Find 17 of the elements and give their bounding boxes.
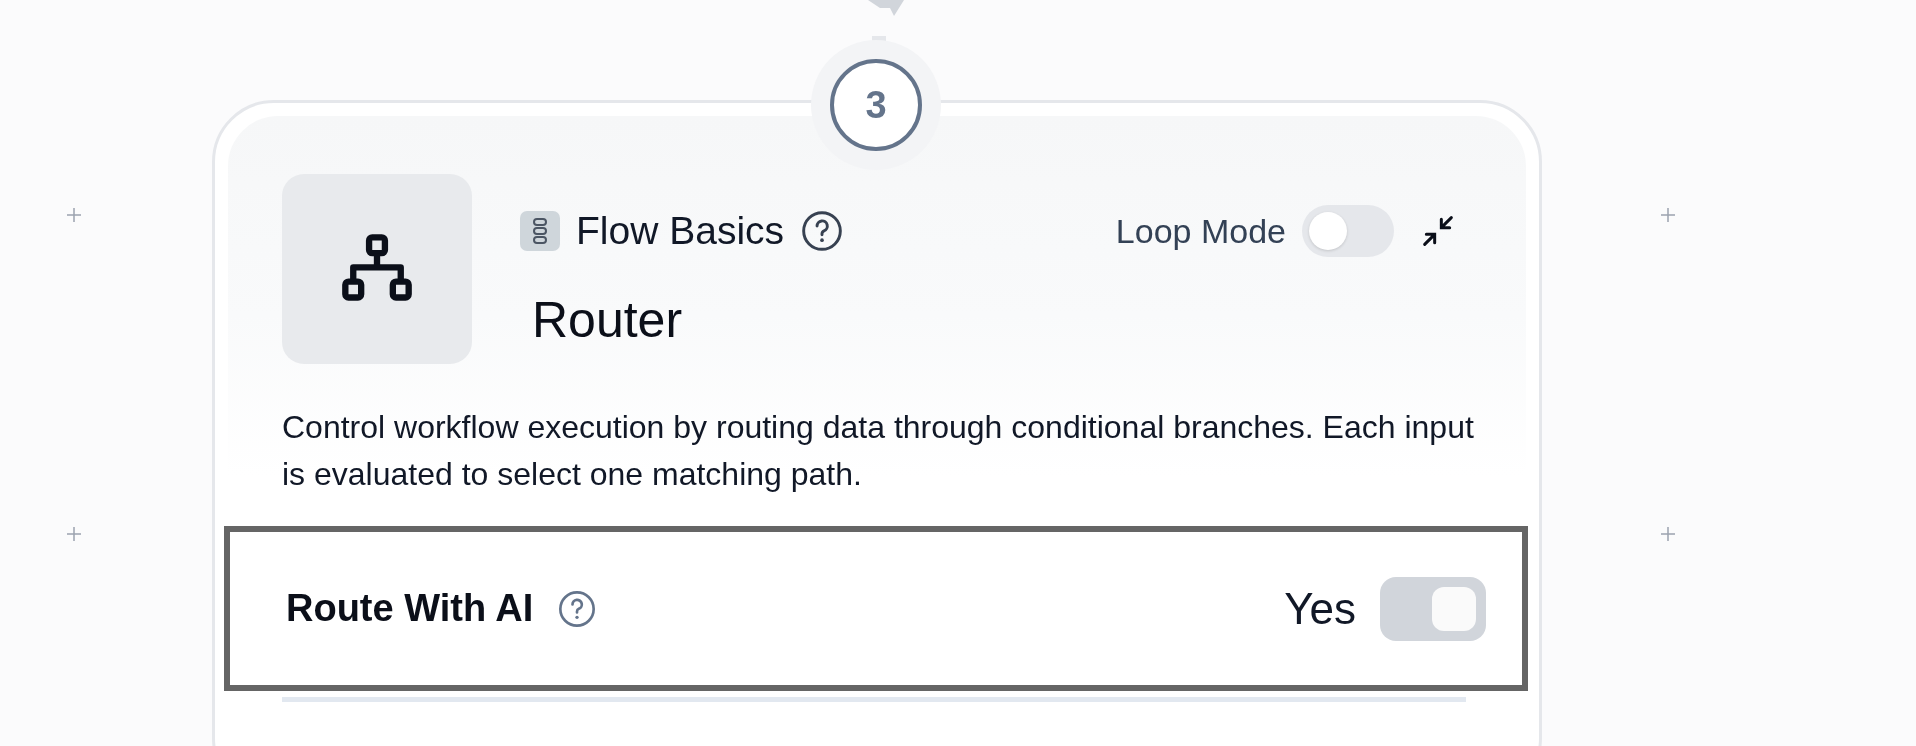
stack-icon — [520, 211, 560, 252]
route-ai-toggle[interactable] — [1380, 576, 1486, 641]
setting-label: Route With AI — [286, 586, 534, 631]
plus-icon — [1660, 526, 1676, 542]
plus-icon — [66, 207, 82, 223]
category-label: Flow Basics — [576, 208, 785, 254]
node-title: Router — [532, 290, 684, 350]
help-icon[interactable] — [557, 588, 598, 629]
help-icon[interactable] — [800, 209, 845, 254]
node-description: Control workflow execution by routing data through conditional branches. Each input is evaluated to select one matching path. — [282, 408, 1474, 494]
loop-mode-toggle[interactable] — [1302, 205, 1394, 258]
plus-icon — [1660, 207, 1676, 223]
step-number: 3 — [830, 59, 922, 151]
loop-mode-label: Loop Mode — [1115, 210, 1286, 252]
setting-row[interactable]: Route With AI Yes — [224, 526, 1528, 691]
setting-value: Yes — [1284, 582, 1356, 635]
plus-icon — [66, 526, 82, 542]
